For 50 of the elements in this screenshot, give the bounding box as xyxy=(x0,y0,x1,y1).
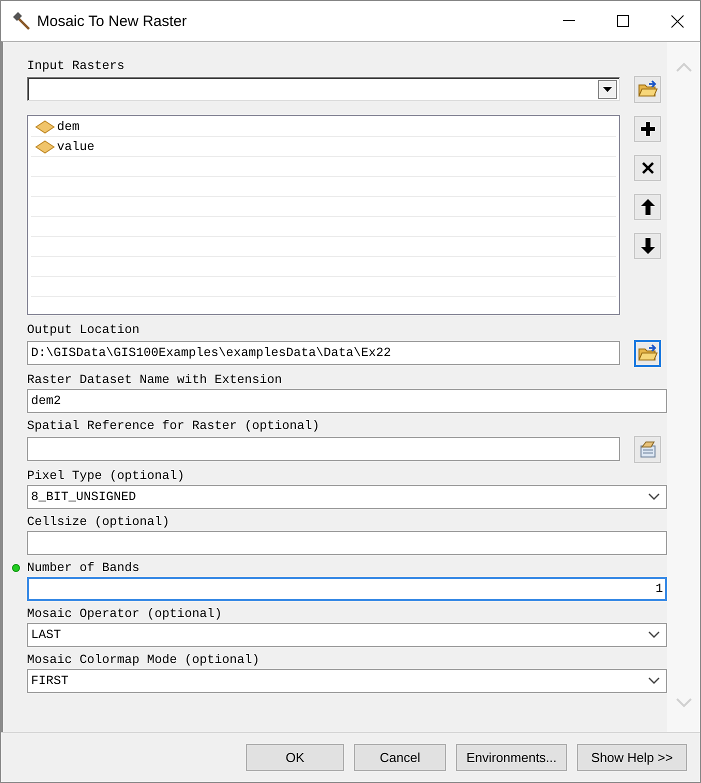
parameter-label: Raster Dataset Name with Extension xyxy=(27,373,284,387)
dropdown-field[interactable]: LAST xyxy=(27,623,667,647)
add-button[interactable] xyxy=(634,116,661,142)
dialog-button[interactable]: Environments... xyxy=(456,744,567,771)
properties-icon xyxy=(638,440,658,458)
parameter-label: Cellsize (optional) xyxy=(27,515,171,529)
parameter-label: Output Location xyxy=(27,323,141,337)
input-field[interactable]: dem2 xyxy=(27,389,667,413)
window-title: Mosaic To New Raster xyxy=(37,12,188,30)
dropdown-button[interactable] xyxy=(598,80,617,98)
dialog-button[interactable]: Cancel xyxy=(354,744,446,771)
dialog-button[interactable]: Show Help >> xyxy=(577,744,687,771)
browse-button[interactable] xyxy=(634,340,661,366)
input-field[interactable] xyxy=(27,437,620,461)
dialog-button[interactable]: OK xyxy=(246,744,344,771)
move-down-button[interactable] xyxy=(634,233,661,259)
browse-button[interactable] xyxy=(634,76,661,102)
raster-list-item[interactable]: dem xyxy=(31,117,616,137)
parameter-label: Spatial Reference for Raster (optional) xyxy=(27,419,321,433)
input-field[interactable]: 1 xyxy=(27,577,667,601)
close-icon xyxy=(670,14,684,28)
raster-combo-box[interactable] xyxy=(27,77,620,101)
browse-button[interactable] xyxy=(634,436,661,462)
arrow-up-icon xyxy=(640,199,654,215)
remove-button[interactable] xyxy=(634,155,661,181)
chevron-down-icon[interactable] xyxy=(648,493,660,501)
input-field[interactable] xyxy=(27,531,667,555)
parameter-label: Number of Bands xyxy=(27,561,667,575)
raster-list-item[interactable]: value xyxy=(31,137,616,157)
parameter-label: Mosaic Operator (optional) xyxy=(27,607,224,621)
folder-icon xyxy=(638,80,658,98)
raster-icon xyxy=(35,120,55,134)
triangle-down-icon xyxy=(603,86,612,92)
maximize-icon xyxy=(617,15,629,27)
parameter-label: Mosaic Colormap Mode (optional) xyxy=(27,653,261,667)
dropdown-field[interactable]: 8_BIT_UNSIGNED xyxy=(27,485,667,509)
move-up-button[interactable] xyxy=(634,194,661,220)
plus-icon xyxy=(640,121,656,137)
hammer-icon xyxy=(11,11,31,31)
input-field[interactable]: D:\GISData\GIS100Examples\examplesData\Data\Ex22 xyxy=(27,341,620,365)
folder-icon xyxy=(638,344,658,362)
minimize-icon xyxy=(563,20,575,22)
dropdown-field[interactable]: FIRST xyxy=(27,669,667,693)
close-icon xyxy=(642,162,654,174)
parameter-label: Pixel Type (optional) xyxy=(27,469,186,483)
chevron-down-icon[interactable] xyxy=(648,677,660,685)
raster-icon xyxy=(35,140,55,154)
parameter-label: Input Rasters xyxy=(27,59,126,73)
arrow-down-icon xyxy=(640,238,654,254)
chevron-down-icon[interactable] xyxy=(648,631,660,639)
